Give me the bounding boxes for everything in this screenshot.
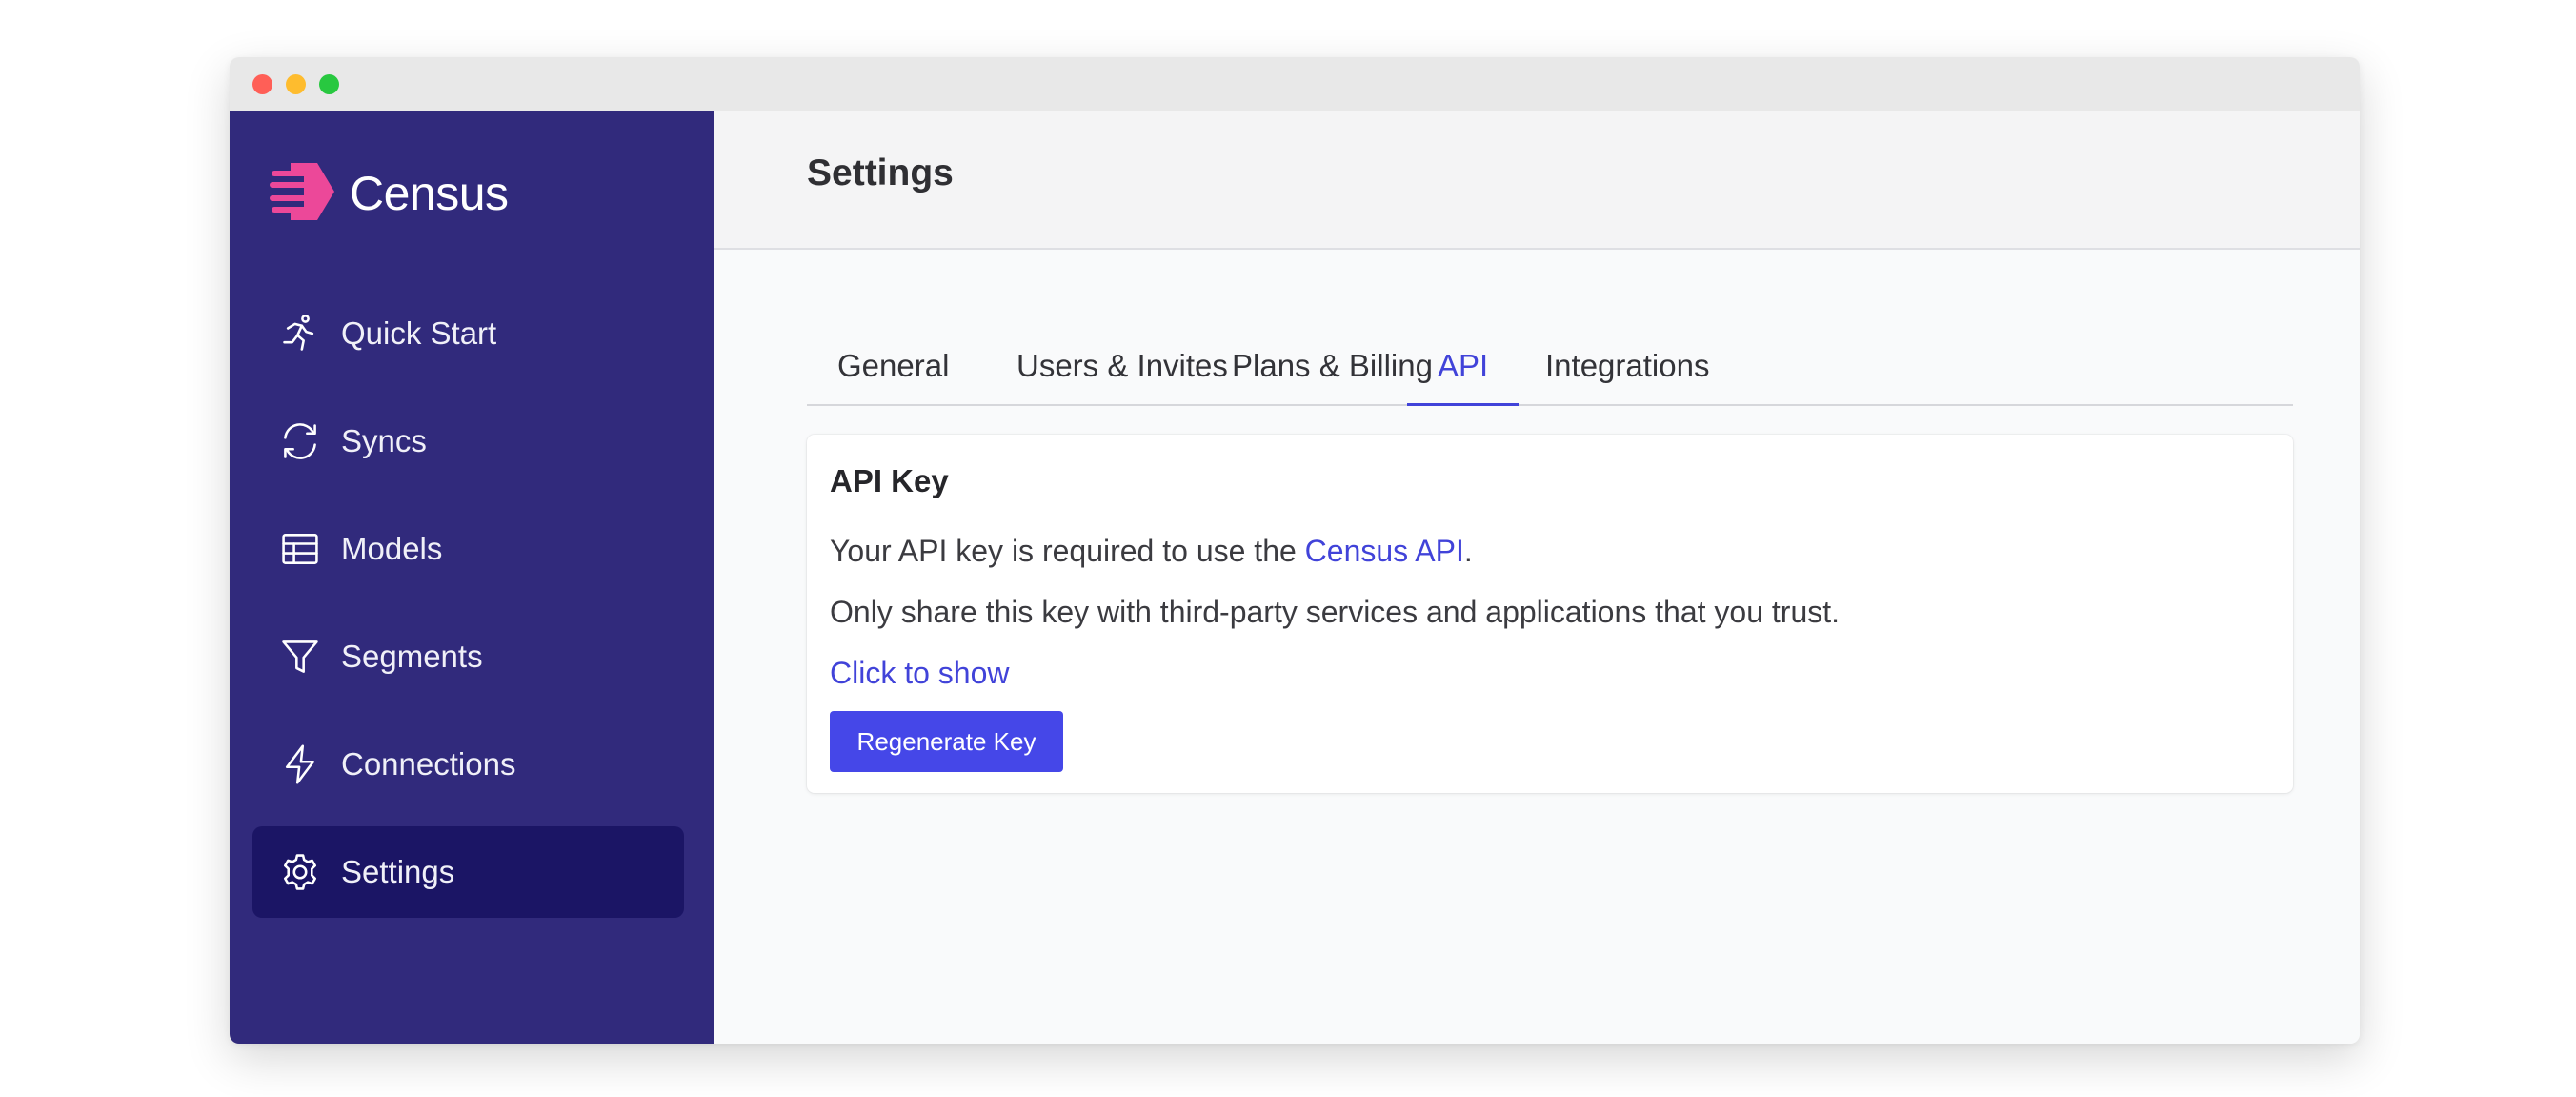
close-window-button[interactable] (252, 74, 272, 94)
settings-tabs: General Users & Invites Plans & Billing … (807, 328, 2293, 406)
sidebar-item-syncs[interactable]: Syncs (252, 396, 684, 487)
sidebar-item-label: Syncs (341, 423, 427, 458)
census-api-link[interactable]: Census API (1305, 534, 1464, 568)
sidebar-item-connections[interactable]: Connections (252, 719, 684, 810)
census-logo-icon (270, 161, 336, 227)
lightning-icon (279, 743, 321, 785)
click-to-show-link[interactable]: Click to show (830, 656, 1010, 691)
page-header: Settings (714, 111, 2360, 250)
main-content: Settings General Users & Invites Plans &… (714, 111, 2360, 1044)
api-key-description: Your API key is required to use the Cens… (830, 534, 1473, 569)
sidebar-item-settings[interactable]: Settings (252, 826, 684, 918)
page-title: Settings (807, 152, 954, 193)
sidebar-item-label: Quick Start (341, 315, 497, 351)
tab-label: General (837, 348, 950, 383)
filter-icon (279, 636, 321, 678)
running-person-icon (279, 313, 321, 355)
table-icon (279, 528, 321, 570)
tab-general[interactable]: General (807, 328, 979, 404)
sidebar-item-label: Segments (341, 639, 483, 674)
api-key-description-suffix: . (1463, 534, 1473, 568)
api-key-card: API Key Your API key is required to use … (807, 435, 2293, 793)
gear-icon (279, 851, 321, 893)
api-key-description-text: Your API key is required to use the (830, 534, 1305, 568)
sidebar-item-label: Settings (341, 854, 455, 889)
sync-icon (279, 420, 321, 462)
api-key-title: API Key (830, 463, 949, 498)
sidebar-item-quick-start[interactable]: Quick Start (252, 288, 684, 379)
api-key-warning: Only share this key with third-party ser… (830, 595, 1841, 629)
minimize-window-button[interactable] (286, 74, 306, 94)
tab-api[interactable]: API (1407, 328, 1519, 406)
zoom-window-button[interactable] (319, 74, 339, 94)
tab-integrations[interactable]: Integrations (1515, 328, 1740, 404)
sidebar-nav: Quick Start Syncs Models Segments Connec… (252, 288, 684, 934)
title-bar (230, 57, 2360, 111)
sidebar: Census Quick Start Syncs Models Segments… (230, 111, 714, 1044)
tab-label: Integrations (1545, 348, 1710, 383)
sidebar-item-label: Models (341, 531, 443, 566)
app-window: Census Quick Start Syncs Models Segments… (230, 57, 2360, 1044)
tab-label: API (1438, 347, 1489, 383)
sidebar-item-segments[interactable]: Segments (252, 611, 684, 702)
sidebar-item-label: Connections (341, 746, 516, 782)
sidebar-item-models[interactable]: Models (252, 503, 684, 595)
census-wordmark: Census (350, 167, 509, 220)
regenerate-key-button[interactable]: Regenerate Key (830, 711, 1063, 772)
census-logo[interactable]: Census (270, 160, 509, 227)
